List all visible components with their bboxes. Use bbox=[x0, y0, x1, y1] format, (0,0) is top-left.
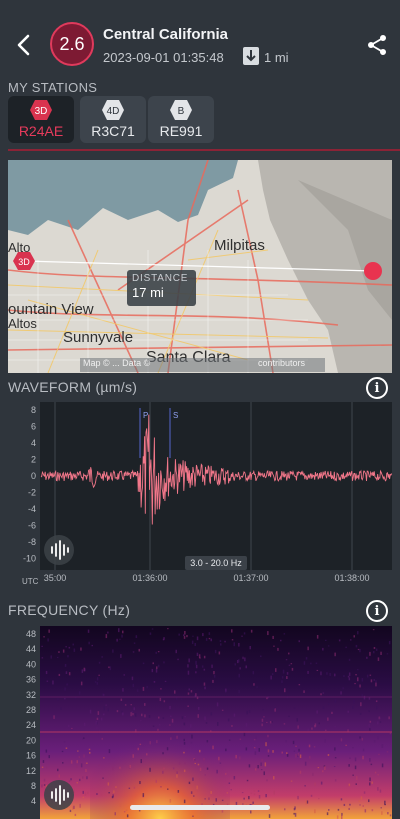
distance-label: DISTANCE bbox=[132, 273, 189, 284]
waveform-x-tick: 35:00 bbox=[44, 573, 67, 583]
distance-value: 17 mi bbox=[132, 285, 164, 300]
frequency-y-tick: 12 bbox=[26, 766, 36, 776]
waveform-audio-icon[interactable] bbox=[44, 535, 74, 565]
app-header: 2.6 Central California 2023-09-01 01:35:… bbox=[0, 0, 400, 78]
map-view[interactable]: Alto Milpitas ountain View Altos Sunnyva… bbox=[8, 160, 392, 373]
station-code: RE991 bbox=[159, 123, 203, 139]
share-icon[interactable] bbox=[366, 34, 388, 56]
utc-label: UTC bbox=[22, 577, 39, 586]
waveform-y-tick: 0 bbox=[31, 471, 36, 481]
frequency-y-tick: 16 bbox=[26, 751, 36, 761]
waveform-info-icon[interactable]: i bbox=[366, 377, 388, 399]
epicenter-marker[interactable] bbox=[364, 262, 382, 280]
station-tab-underline bbox=[8, 149, 400, 151]
station-tab-re991[interactable]: B RE991 bbox=[148, 96, 214, 143]
frequency-y-tick: 4 bbox=[31, 796, 36, 806]
waveform-label: WAVEFORM (µm/s) bbox=[8, 379, 138, 395]
waveform-x-tick: 01:38:00 bbox=[334, 573, 369, 583]
p-wave-label: P bbox=[143, 411, 148, 420]
home-indicator[interactable] bbox=[130, 805, 270, 810]
waveform-y-tick: 4 bbox=[31, 438, 36, 448]
waveform-y-tick: -10 bbox=[23, 554, 36, 564]
station-code: R3C71 bbox=[91, 123, 135, 139]
svg-text:3D: 3D bbox=[35, 106, 48, 117]
frequency-y-tick: 48 bbox=[26, 629, 36, 639]
waveform-x-tick: 01:36:00 bbox=[132, 573, 167, 583]
frequency-label: FREQUENCY (Hz) bbox=[8, 602, 131, 618]
frequency-y-tick: 20 bbox=[26, 735, 36, 745]
frequency-y-tick: 36 bbox=[26, 675, 36, 685]
station-code: R24AE bbox=[18, 123, 64, 139]
station-badge-icon: 3D bbox=[30, 100, 52, 120]
waveform-x-tick: 01:37:00 bbox=[233, 573, 268, 583]
event-datetime: 2023-09-01 01:35:48 bbox=[103, 50, 224, 65]
place-label: Altos bbox=[8, 316, 37, 331]
frequency-y-tick: 32 bbox=[26, 690, 36, 700]
frequency-info-icon[interactable]: i bbox=[366, 600, 388, 622]
filter-badge: 3.0 - 20.0 Hz bbox=[185, 556, 247, 570]
waveform-y-tick: 6 bbox=[31, 422, 36, 432]
waveform-y-tick: -4 bbox=[28, 504, 36, 514]
magnitude-badge: 2.6 bbox=[50, 22, 94, 66]
depth-arrow-icon bbox=[243, 47, 259, 65]
waveform-y-tick: -2 bbox=[28, 488, 36, 498]
station-badge-icon: 4D bbox=[102, 100, 124, 120]
event-title: Central California bbox=[103, 26, 229, 43]
frequency-y-tick: 44 bbox=[26, 644, 36, 654]
waveform-y-tick: 2 bbox=[31, 455, 36, 465]
place-label: Milpitas bbox=[214, 237, 265, 254]
waveform-y-tick: -8 bbox=[28, 537, 36, 547]
frequency-y-tick: 28 bbox=[26, 705, 36, 715]
svg-text:3D: 3D bbox=[18, 257, 30, 267]
frequency-y-tick: 8 bbox=[31, 781, 36, 791]
spectrogram-audio-icon[interactable] bbox=[44, 780, 74, 810]
frequency-y-tick: 24 bbox=[26, 720, 36, 730]
distance-tooltip: DISTANCE 17 mi bbox=[127, 270, 196, 306]
station-tab-r3c71[interactable]: 4D R3C71 bbox=[80, 96, 146, 143]
s-wave-label: S bbox=[173, 411, 178, 420]
frequency-y-tick: 40 bbox=[26, 659, 36, 669]
svg-text:4D: 4D bbox=[107, 106, 120, 117]
my-stations-label: MY STATIONS bbox=[8, 80, 98, 95]
station-badge-icon: B bbox=[170, 100, 192, 120]
waveform-y-tick: -6 bbox=[28, 521, 36, 531]
event-distance: 1 mi bbox=[264, 50, 289, 65]
waveform-y-tick: 8 bbox=[31, 405, 36, 415]
back-arrow-icon[interactable] bbox=[14, 32, 34, 58]
svg-text:B: B bbox=[178, 106, 185, 117]
station-tab-r24ae[interactable]: 3D R24AE bbox=[8, 96, 74, 143]
place-label: Sunnyvale bbox=[63, 329, 133, 346]
map-attribution[interactable]: Map © ... Data © contributors bbox=[80, 358, 325, 372]
